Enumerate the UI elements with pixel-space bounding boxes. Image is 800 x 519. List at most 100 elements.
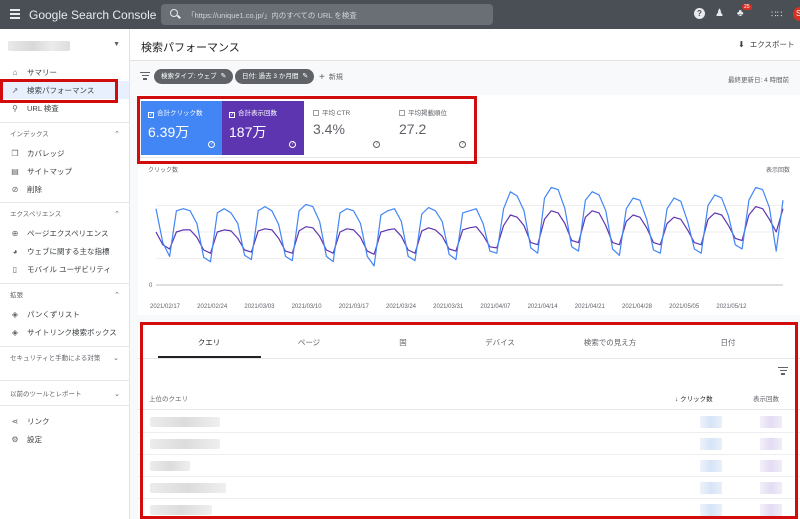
sidebar-item-summary[interactable]: ⌂ サマリー (0, 63, 129, 81)
section-index[interactable]: インデックス ⌃ (10, 130, 120, 139)
metric-total-clicks[interactable]: ✓ 合計クリック数 6.39万 ? (141, 101, 223, 155)
section-legacy-tools[interactable]: 以前のツールとレポート ⌄ (10, 390, 120, 399)
sidebar-item-label: モバイル ユーザビリティ (27, 264, 111, 274)
section-title: 以前のツールとレポート (10, 391, 82, 398)
table-row[interactable] (138, 455, 800, 477)
sidebar-item-core-web-vitals[interactable]: ◕ ウェブに関する主な指標 (0, 242, 129, 260)
tab-dates[interactable]: 日付 (721, 337, 736, 348)
sidebar-item-sitemaps[interactable]: ▤ サイトマップ (0, 162, 129, 180)
section-title: インデックス (10, 131, 49, 138)
notifications-icon[interactable]: ♣ (737, 8, 744, 20)
url-inspect-search[interactable]: 「https://unique1.co.jp/」内のすべての URL を検査 (161, 4, 493, 25)
chip-label: 検索タイプ: ウェブ (161, 73, 217, 80)
sidebar-item-performance[interactable]: ↗ 検索パフォーマンス (0, 81, 129, 99)
help-icon[interactable]: ? (694, 8, 705, 19)
search-type-chip[interactable]: 検索タイプ: ウェブ ✎ (154, 69, 233, 84)
column-header-query[interactable]: 上位のクエリ (149, 393, 188, 403)
notification-badge: 25 (742, 4, 752, 10)
sidebar-item-sitelinks-searchbox[interactable]: ◈ サイトリンク検索ボックス (0, 323, 129, 341)
sidebar-item-label: ページエクスペリエンス (27, 228, 109, 238)
x-tick-label: 2021/03/31 (433, 304, 464, 310)
menu-icon[interactable] (10, 9, 20, 19)
main-content: 検索パフォーマンス ⬇ エクスポート 検索タイプ: ウェブ ✎ 日付: 過去 3 か… (130, 29, 800, 519)
manage-accounts-icon[interactable]: ♟ (715, 8, 724, 20)
x-tick-label: 2021/05/12 (716, 304, 747, 310)
sidebar-item-label: パンくずリスト (27, 309, 80, 319)
avatar[interactable]: S (793, 7, 800, 21)
series-line-impressions (155, 206, 784, 255)
tab-queries[interactable]: クエリ (198, 337, 221, 348)
chip-label: 日付: 過去 3 か月間 (242, 73, 299, 80)
search-placeholder[interactable]: 「https://unique1.co.jp/」内のすべての URL を検査 (187, 10, 357, 21)
sidebar-item-coverage[interactable]: ❐ カバレッジ (0, 144, 129, 162)
clicks-blurred (700, 416, 722, 428)
speed-icon: ◕ (12, 246, 18, 256)
column-header-impressions[interactable]: 表示回数 (753, 393, 779, 403)
query-blurred (150, 417, 220, 427)
sidebar-item-label: 設定 (27, 434, 42, 444)
divider (0, 380, 129, 381)
layers-icon: ◈ (11, 327, 19, 337)
section-experience[interactable]: エクスペリエンス ⌃ (10, 210, 120, 219)
table-row[interactable] (138, 477, 800, 499)
metric-average-position[interactable]: 平均掲載順位 27.2 ? (392, 101, 474, 155)
divider (138, 358, 800, 359)
sidebar-item-links[interactable]: ⋖ リンク (0, 412, 129, 430)
sidebar-item-label: サイトリンク検索ボックス (27, 327, 117, 337)
metric-average-ctr[interactable]: 平均 CTR 3.4% ? (306, 101, 388, 155)
metric-total-impressions[interactable]: ✓ 合計表示回数 187万 ? (222, 101, 304, 155)
app-brand[interactable]: Google Search Console (29, 8, 156, 22)
checkbox-empty-icon (399, 110, 405, 116)
add-circle-icon: ⊕ (11, 228, 19, 238)
sidebar-item-settings[interactable]: ⚙ 設定 (0, 430, 129, 448)
query-blurred (150, 439, 220, 449)
sidebar-item-page-experience[interactable]: ⊕ ページエクスペリエンス (0, 224, 129, 242)
dimension-table-card: クエリ ページ 国 デバイス 検索での見え方 日付 上位のクエリ ↓ クリック数… (138, 323, 800, 519)
x-tick-label: 2021/03/17 (339, 304, 370, 310)
tab-search-appearance[interactable]: 検索での見え方 (584, 337, 637, 348)
table-row[interactable] (138, 411, 800, 433)
x-tick-label: 2021/04/07 (480, 304, 511, 310)
help-icon[interactable]: ? (289, 141, 296, 148)
sidebar-item-mobile-usability[interactable]: ▯ モバイル ユーザビリティ (0, 260, 129, 278)
divider (138, 157, 800, 158)
divider (0, 122, 129, 123)
chevron-down-icon: ⌄ (113, 355, 119, 362)
help-icon[interactable]: ? (208, 141, 215, 148)
eye-off-icon: ⊘ (11, 184, 19, 194)
column-header-clicks[interactable]: ↓ クリック数 (675, 393, 713, 403)
export-label: エクスポート (749, 40, 795, 49)
filter-rows-icon[interactable] (778, 367, 788, 377)
sidebar-item-url-inspection[interactable]: ⚲ URL 検査 (0, 99, 129, 117)
download-icon: ⬇ (738, 40, 745, 49)
help-icon[interactable]: ? (373, 141, 380, 148)
section-security[interactable]: セキュリティと手動による対策 ⌄ (10, 354, 119, 363)
help-icon[interactable]: ? (459, 141, 466, 148)
sidebar-item-removals[interactable]: ⊘ 削除 (0, 180, 129, 198)
add-icon: + (319, 72, 325, 83)
performance-line-chart[interactable]: 0 2021/02/17 2021/02/24 2021/03/03 2021/03/1… (138, 175, 800, 315)
home-icon: ⌂ (12, 67, 18, 77)
divider (0, 202, 129, 203)
section-enhancements[interactable]: 拡張 ⌃ (10, 291, 120, 300)
search-icon: ⚲ (12, 103, 18, 113)
apps-grid-icon[interactable]: ∷∷ (771, 8, 782, 20)
impressions-blurred (760, 482, 782, 494)
metric-label: 合計表示回数 (238, 110, 277, 117)
tab-countries[interactable]: 国 (399, 337, 407, 348)
table-row[interactable] (138, 499, 800, 519)
y-tick-label: 0 (149, 283, 153, 289)
export-button[interactable]: ⬇ エクスポート (738, 39, 794, 50)
filter-icon[interactable] (140, 72, 150, 82)
table-row[interactable] (138, 433, 800, 455)
date-chip[interactable]: 日付: 過去 3 か月間 ✎ (235, 69, 315, 84)
tab-pages[interactable]: ページ (298, 337, 320, 348)
new-filter-button[interactable]: + 新規 (319, 72, 343, 83)
property-selector[interactable]: ▼ (6, 39, 124, 53)
sidebar-item-breadcrumbs[interactable]: ◈ パンくずリスト (0, 305, 129, 323)
divider (0, 346, 129, 347)
clicks-blurred (700, 504, 722, 516)
chevron-down-icon: ⌄ (114, 391, 120, 398)
tab-devices[interactable]: デバイス (485, 337, 515, 348)
settings-icon: ⚙ (11, 434, 19, 444)
